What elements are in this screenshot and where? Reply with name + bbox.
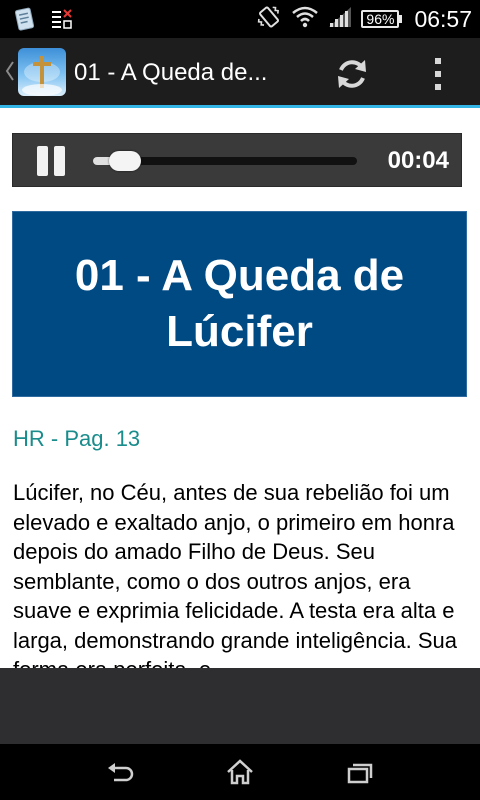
status-clock: 06:57 <box>414 5 472 32</box>
screen: 96% 06:57 01 - A Queda de... 00:04 01 - … <box>0 0 480 800</box>
seek-thumb[interactable] <box>108 151 141 171</box>
pause-bar-right <box>54 146 65 176</box>
vibrate-icon <box>255 3 283 36</box>
chapter-heading: 01 - A Queda de Lúcifer <box>74 251 405 356</box>
battery-icon: 96% <box>361 10 403 28</box>
status-bar: 96% 06:57 <box>0 0 480 38</box>
recent-apps-icon[interactable] <box>344 756 376 788</box>
pause-icon[interactable] <box>37 146 67 176</box>
status-bar-right: 96% 06:57 <box>255 0 472 38</box>
back-icon[interactable] <box>104 756 136 788</box>
navigation-bar <box>0 744 480 800</box>
bottom-panel <box>0 668 480 744</box>
page-reference: HR - Pag. 13 <box>13 426 141 451</box>
chapter-body-text: Lúcifer, no Céu, antes de sua rebelião f… <box>13 480 457 668</box>
signal-icon <box>327 5 353 34</box>
battery-tip <box>399 15 403 23</box>
playback-time: 00:04 <box>387 147 449 174</box>
diary-app-icon <box>12 6 38 37</box>
seek-bar[interactable] <box>93 151 357 171</box>
action-bar: 01 - A Queda de... <box>0 38 480 108</box>
pause-bar-left <box>37 146 48 176</box>
overflow-menu-icon[interactable] <box>428 56 448 92</box>
up-caret-icon[interactable] <box>5 60 15 88</box>
wifi-icon <box>291 5 319 34</box>
refresh-icon[interactable] <box>332 54 372 94</box>
chapter-heading-box: 01 - A Queda de Lúcifer <box>12 211 467 397</box>
app-icon[interactable] <box>18 48 66 96</box>
action-bar-title: 01 - A Queda de... <box>74 59 268 86</box>
audio-player: 00:04 <box>12 133 462 187</box>
sim-status-icon <box>50 6 74 37</box>
home-icon[interactable] <box>224 756 256 788</box>
battery-percentage: 96% <box>361 10 400 28</box>
